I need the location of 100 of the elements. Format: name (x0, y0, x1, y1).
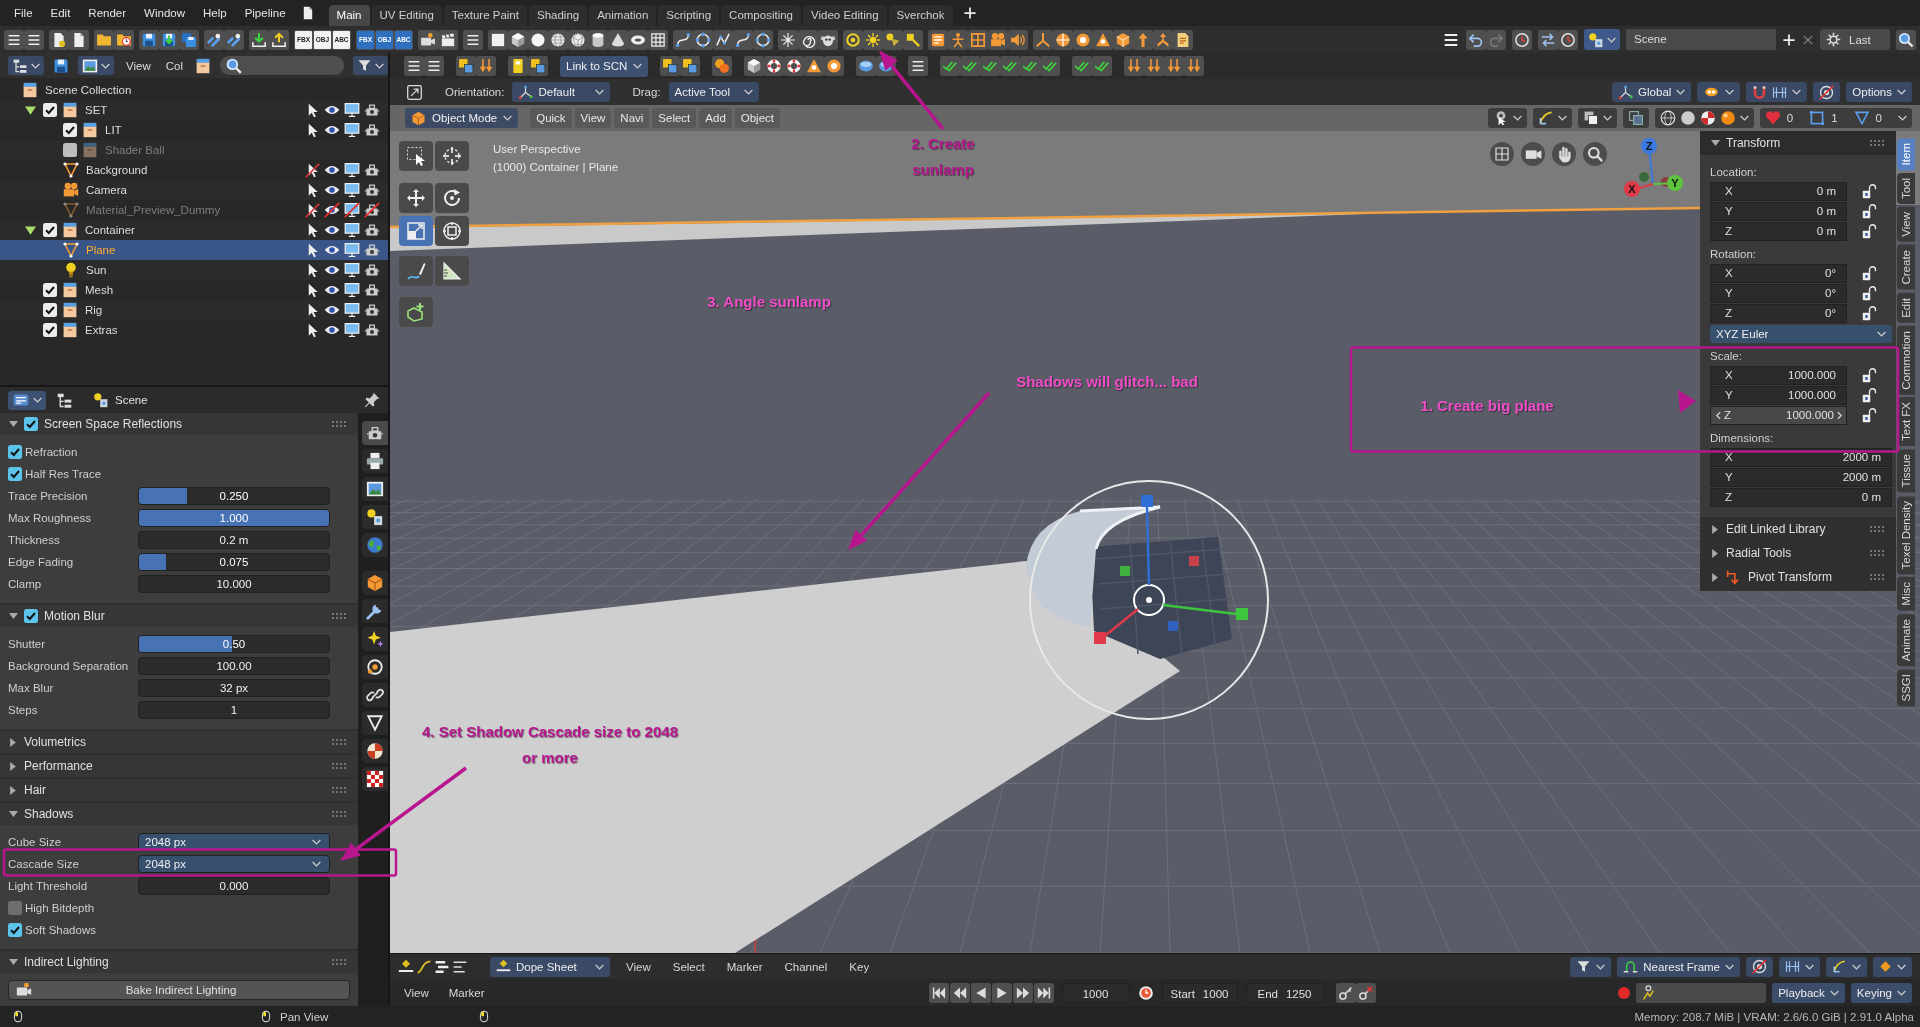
menu-icon[interactable] (4, 29, 24, 50)
torus-icon[interactable] (628, 29, 648, 50)
curve-circle-icon[interactable] (753, 29, 773, 50)
scene-name-field[interactable]: Scene (1626, 29, 1776, 50)
mode-dropdown[interactable]: Object Mode (405, 108, 519, 128)
sidebar-tab[interactable]: Animate (1897, 613, 1915, 667)
tool-button[interactable] (435, 216, 469, 246)
grip-dots-icon[interactable] (1870, 140, 1884, 146)
down-arrows-icon[interactable] (476, 56, 496, 76)
slider-field[interactable]: 1.000 (138, 509, 330, 527)
triangle-icon[interactable] (804, 56, 825, 76)
outliner-row[interactable]: Plane (0, 240, 388, 260)
tool-button[interactable] (399, 256, 433, 286)
menu-item[interactable]: Edit (41, 3, 80, 23)
grip-dots-icon[interactable] (332, 811, 346, 817)
area-light-icon[interactable] (903, 29, 923, 50)
grip-dots-icon[interactable] (332, 613, 346, 619)
new-file-icon[interactable] (49, 29, 69, 50)
workspace-tab[interactable]: Shading (528, 5, 588, 26)
transform-gizmo[interactable] (1029, 480, 1269, 720)
double-check-icon[interactable] (1092, 56, 1113, 76)
sidebar-tab[interactable]: View (1897, 207, 1915, 243)
tall-rectangle-icon[interactable] (508, 56, 528, 76)
grip-dots-icon[interactable] (332, 421, 346, 427)
crossed-camera-back-icon[interactable] (364, 202, 380, 218)
number-field[interactable]: Y 0° (1710, 283, 1847, 303)
clapperboard-icon[interactable] (438, 29, 458, 50)
number-field[interactable]: 10.000 (138, 575, 330, 593)
lattice-icon[interactable] (968, 29, 988, 50)
triangle-down-icon[interactable] (8, 421, 18, 427)
camera-back-icon[interactable] (364, 162, 380, 178)
number-field[interactable]: Y 2000 m (1710, 467, 1892, 487)
spiral-icon[interactable] (798, 29, 818, 50)
menu-item[interactable]: Col (162, 59, 186, 72)
plus-icon[interactable] (1782, 32, 1796, 47)
checkbox[interactable] (43, 283, 57, 297)
lifebuoy-icon[interactable] (784, 56, 805, 76)
sidebar-tab[interactable]: SSGI (1897, 669, 1915, 707)
menu-button[interactable]: Navi (614, 108, 650, 128)
menu-item[interactable]: Select (666, 960, 711, 973)
tool-button[interactable] (399, 216, 433, 246)
skip-start-icon[interactable] (928, 982, 949, 1003)
menu-icon[interactable] (424, 56, 444, 76)
panel-header[interactable]: Hair (0, 779, 358, 801)
key-icon[interactable] (1335, 982, 1356, 1003)
triangle-right-icon[interactable] (1712, 524, 1718, 534)
workspace-tab[interactable]: Compositing (721, 5, 801, 26)
keyframe-type-button[interactable] (1873, 956, 1912, 977)
open-lock-icon[interactable] (1862, 183, 1877, 199)
camera-back-icon[interactable] (364, 322, 380, 338)
double-check-icon[interactable] (1072, 56, 1093, 76)
link-icon[interactable] (224, 29, 244, 50)
menu-icon[interactable] (908, 56, 929, 76)
zoom-icon[interactable] (1583, 142, 1607, 166)
camera-back-icon[interactable] (364, 242, 380, 258)
menu-button[interactable]: Object (734, 108, 781, 128)
workspace-tab[interactable]: Sverchok (888, 5, 953, 26)
grid-view-icon[interactable] (1490, 142, 1514, 166)
double-check-icon[interactable] (1040, 56, 1061, 76)
triangle-right-icon[interactable] (1712, 548, 1718, 558)
menu-item[interactable]: View (620, 960, 657, 973)
x-ray-button[interactable] (1622, 108, 1649, 128)
outliner-row[interactable]: Mesh (0, 280, 388, 300)
cube-icon[interactable] (508, 29, 528, 50)
monkey-head-icon[interactable] (818, 29, 838, 50)
overlapping-squares-icon[interactable] (660, 56, 681, 76)
dropdown[interactable]: 2048 px (138, 855, 330, 873)
grip-dots-icon[interactable] (332, 763, 346, 769)
dropdown[interactable]: XYZ Euler (1710, 325, 1892, 343)
grip-dots-icon[interactable] (332, 739, 346, 745)
ring-icon[interactable] (1073, 29, 1093, 50)
number-field[interactable]: Z 0 m (1710, 487, 1892, 507)
crossed-eye-icon[interactable] (324, 202, 340, 218)
number-field[interactable]: Y 0 m (1710, 201, 1847, 221)
checkbox[interactable] (43, 103, 57, 117)
tool-button[interactable] (435, 141, 469, 171)
lifebuoy-icon[interactable] (764, 56, 785, 76)
workspace-tab[interactable]: Texture Paint (443, 5, 527, 26)
camera-back-icon[interactable] (364, 282, 380, 298)
monitor-icon[interactable] (344, 322, 360, 338)
menu-icon[interactable] (463, 29, 483, 50)
menu-button[interactable]: Quick (530, 108, 572, 128)
sidebar-tab[interactable]: Misc (1897, 577, 1915, 611)
clock-icon[interactable] (1558, 29, 1578, 50)
key-cross-icon[interactable] (1355, 982, 1376, 1003)
outliner-row[interactable]: Extras (0, 320, 388, 340)
triangle-right-icon[interactable] (10, 785, 16, 795)
folder-clock-icon[interactable] (114, 29, 134, 50)
speaker-icon[interactable] (1008, 29, 1028, 50)
bars-icon[interactable] (434, 958, 450, 975)
grip-dots-icon[interactable] (332, 787, 346, 793)
document-lines-icon[interactable] (1173, 29, 1193, 50)
dropdown[interactable]: Options (1846, 82, 1912, 102)
triangle-down-icon[interactable] (1710, 140, 1720, 146)
number-field[interactable]: 1 (138, 701, 330, 719)
handle-button[interactable] (1826, 956, 1867, 977)
graph-curve-icon[interactable] (416, 958, 432, 975)
monitor-icon[interactable] (344, 182, 360, 198)
camera-back-icon[interactable] (364, 302, 380, 318)
triangle-down-icon[interactable] (8, 959, 18, 965)
